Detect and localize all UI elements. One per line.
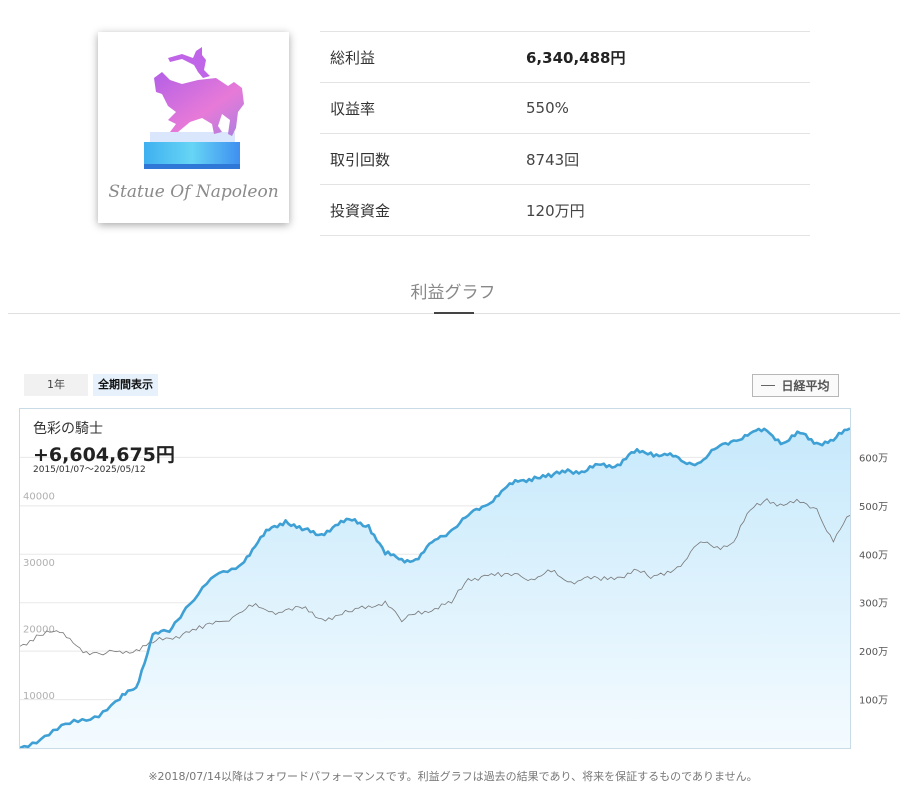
stats-table: 総利益 6,340,488円 収益率 550% 取引回数 8743回 投資資金 …: [320, 31, 810, 236]
y-right-tick-label: 400万: [859, 550, 888, 561]
stat-value: 6,340,488円: [526, 48, 626, 67]
stat-label: 総利益: [330, 48, 376, 67]
y-right-tick-label: 300万: [859, 599, 888, 610]
section-title: 利益グラフ: [410, 283, 496, 303]
stat-value: 120万円: [526, 201, 585, 220]
stat-label: 収益率: [330, 99, 376, 118]
legend-line-icon: [761, 385, 776, 386]
y-right-tick-label: 100万: [859, 696, 888, 707]
footnote: ※2018/07/14以降はフォワードパフォーマンスです。利益グラフは過去の結果…: [148, 770, 758, 783]
logo-text: Statue Of Napoleon: [108, 182, 279, 202]
y-left-tick-label: 10000: [23, 691, 55, 702]
stat-value: 8743回: [526, 150, 580, 169]
chart-period: 2015/01/07〜2025/05/12: [33, 465, 146, 475]
chart-strategy-name: 色彩の騎士: [33, 421, 103, 437]
profit-area: [20, 428, 850, 748]
stat-label: 投資資金: [330, 201, 391, 220]
stat-row-total-profit: 総利益 6,340,488円: [320, 32, 810, 83]
stat-row-return-rate: 収益率 550%: [320, 83, 810, 134]
range-all-button[interactable]: 全期間表示: [93, 374, 158, 396]
stat-row-trade-count: 取引回数 8743回: [320, 134, 810, 185]
y-left-tick-label: 30000: [23, 558, 55, 569]
stat-row-investment-capital: 投資資金 120万円: [320, 185, 810, 236]
y-left-tick-label: 20000: [23, 624, 55, 635]
range-1y-button[interactable]: 1年: [24, 374, 88, 396]
legend-label: 日経平均: [781, 379, 830, 393]
section-title-underline: [434, 312, 474, 314]
y-right-tick-label: 500万: [859, 502, 888, 513]
y-left-tick-label: 40000: [23, 491, 55, 502]
strategy-logo: Statue Of Napoleon: [98, 32, 289, 223]
stat-value: 550%: [526, 99, 569, 117]
stat-label: 取引回数: [330, 150, 391, 169]
y-right-tick-label: 200万: [859, 647, 888, 658]
y-right-tick-label: 600万: [859, 453, 888, 464]
legend-toggle-nikkei[interactable]: 日経平均: [752, 374, 839, 397]
